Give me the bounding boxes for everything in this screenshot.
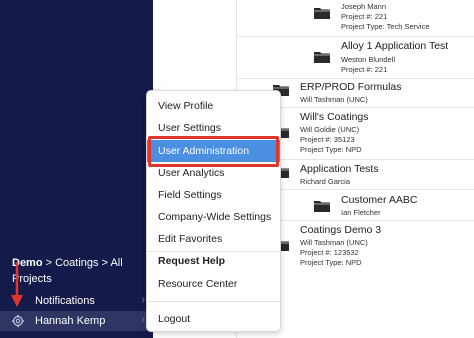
project-number: Project #: 221 <box>341 65 388 74</box>
project-type: Project Type: Tech Service <box>341 22 430 31</box>
screen: { "sidebar": { "breadcrumb_line1_bold": … <box>0 0 474 338</box>
menu-item-request-help[interactable]: Request Help <box>147 250 280 272</box>
folder-icon <box>314 201 330 212</box>
menu-item-company-wide-settings[interactable]: Company-Wide Settings <box>147 206 280 228</box>
chevron-right-icon: › <box>141 314 145 326</box>
project-number: Project #: 221 <box>341 12 388 21</box>
menu-item-edit-favorites[interactable]: Edit Favorites <box>147 228 280 250</box>
project-owner: Will Goldie (UNC) <box>300 125 360 134</box>
project-owner: Will Tashman (UNC) <box>300 238 368 247</box>
breadcrumb: Demo > Coatings > All Projects <box>12 255 152 287</box>
notifications-label: Notifications <box>35 295 95 307</box>
project-name[interactable]: Coatings Demo 3 <box>300 224 381 236</box>
project-row[interactable]: Alloy 1 Application Test Weston Blundell… <box>237 37 474 79</box>
menu-item-resource-center[interactable]: Resource Center <box>147 273 280 295</box>
project-name[interactable]: ERP/PROD Formulas <box>300 81 402 93</box>
project-owner: Richard Garcia <box>300 177 351 186</box>
menu-item-user-administration[interactable]: User Administration <box>147 140 280 162</box>
project-name[interactable]: Application Tests <box>300 163 379 175</box>
project-number: Project #: 35123 <box>300 135 355 144</box>
project-owner: Will Tashman (UNC) <box>300 95 368 104</box>
menu-item-view-profile[interactable]: View Profile <box>147 95 280 117</box>
user-name: Hannah Kemp <box>35 315 106 327</box>
project-type: Project Type: NPD <box>300 145 362 154</box>
menu-item-user-analytics[interactable]: User Analytics <box>147 162 280 184</box>
project-owner: Weston Blundell <box>341 55 396 64</box>
project-number: Project #: 123532 <box>300 248 359 257</box>
menu-item-logout[interactable]: Logout <box>147 308 280 330</box>
user-dropdown-menu: View Profile User Settings User Administ… <box>146 90 281 332</box>
menu-item-user-settings[interactable]: User Settings <box>147 117 280 139</box>
folder-icon <box>314 8 330 19</box>
menu-divider <box>147 301 280 302</box>
breadcrumb-path[interactable]: > Coatings > All <box>43 257 123 269</box>
project-owner: Ian Fletcher <box>341 208 381 217</box>
project-type: Project Type: NPD <box>300 258 362 267</box>
menu-item-field-settings[interactable]: Field Settings <box>147 184 280 206</box>
project-name[interactable]: Will's Coatings <box>300 111 369 123</box>
chevron-right-icon: › <box>141 294 145 306</box>
project-name[interactable]: Alloy 1 Application Test <box>341 40 448 52</box>
folder-icon <box>314 52 330 63</box>
project-row[interactable]: Joseph Mann Project #: 221 Project Type:… <box>237 0 474 37</box>
annotation-arrow-icon <box>11 262 23 307</box>
user-menu-item[interactable]: Hannah Kemp › <box>0 311 153 331</box>
project-owner: Joseph Mann <box>341 2 387 11</box>
gear-icon <box>11 314 25 328</box>
project-name[interactable]: Customer AABC <box>341 194 417 206</box>
